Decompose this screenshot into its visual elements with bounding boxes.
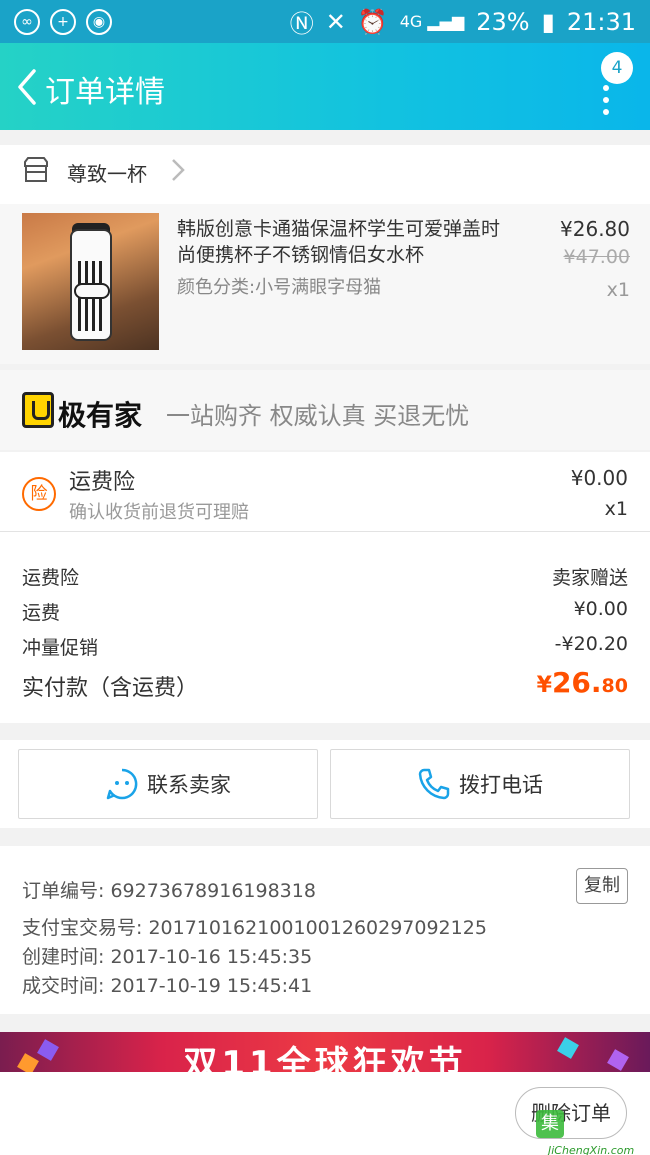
chat-face-icon (106, 768, 138, 800)
created-time: 创建时间: 2017-10-16 15:45:35 (22, 946, 313, 968)
mute-icon: ✕ (325, 7, 346, 36)
summary-label: 冲量促销 (22, 637, 99, 659)
total-decimal: 80 (601, 675, 628, 697)
price-summary: 运费险 卖家赠送 运费 ¥0.00 冲量促销 -¥20.20 实付款（含运费） … (0, 532, 650, 723)
product-price: ¥26.80 (560, 217, 630, 241)
call-phone-button[interactable]: 拨打电话 (330, 749, 630, 819)
plus-notification-icon: + (50, 8, 76, 35)
contact-seller-label: 联系卖家 (147, 773, 231, 797)
total-amount: ¥26.80 (537, 666, 628, 699)
message-badge: 4 (601, 52, 633, 84)
chevron-right-icon (172, 159, 185, 181)
product-thumbnail (22, 213, 159, 350)
product-quantity: x1 (606, 279, 630, 301)
alipay-trade-number: 支付宝交易号: 2017101621001001260297092125 (22, 917, 487, 939)
shop-icon (24, 157, 48, 182)
product-sku: 颜色分类:小号满眼字母猫 (177, 277, 382, 298)
status-bar: ∞ + ◉ Ⓝ ✕ ⏰ 4G ▂▄▆ 23% ▮ 21:31 (0, 0, 650, 43)
product-original-price: ¥47.00 (563, 246, 630, 268)
shop-name: 尊致一杯 (67, 162, 147, 186)
qq-notification-icon: ◉ (86, 8, 112, 35)
order-number: 订单编号: 69273678916198318 (22, 880, 316, 902)
page-title: 订单详情 (45, 75, 165, 110)
product-title: 韩版创意卡通猫保温杯学生可爱弹盖时尚便携杯子不锈钢情侣女水杯 (177, 218, 501, 266)
phone-icon (418, 768, 450, 800)
more-menu-icon[interactable] (598, 85, 614, 125)
delete-order-button[interactable]: 删除订单 (515, 1087, 627, 1139)
total-row: 实付款（含运费） ¥26.80 (22, 666, 628, 702)
clock: 21:31 (566, 7, 636, 36)
promo-banner[interactable]: 双11全球狂欢节 (0, 1032, 650, 1072)
summary-row: 冲量促销 -¥20.20 (22, 633, 628, 660)
summary-row: 运费 ¥0.00 (22, 598, 628, 625)
watermark-site: JiChengXin.com (548, 1144, 635, 1155)
total-currency: ¥ (536, 673, 552, 698)
watermark-logo: 集 (536, 1110, 564, 1138)
nfc-icon: Ⓝ (289, 10, 314, 38)
call-phone-label: 拨打电话 (459, 773, 543, 797)
shipping-insurance-item: 险 运费险 确认收货前退货可理赔 ¥0.00 x1 (0, 452, 650, 532)
total-integer: 26. (551, 666, 602, 699)
summary-label: 运费险 (22, 567, 80, 589)
jiyoujia-slogan: 一站购齐 权威认真 买退无忧 (166, 402, 470, 430)
contact-seller-button[interactable]: 联系卖家 (18, 749, 318, 819)
insurance-description: 确认收货前退货可理赔 (69, 502, 249, 523)
summary-value: -¥20.20 (554, 633, 628, 655)
signal-icon: 4G ▂▄▆ (399, 12, 465, 31)
product-item[interactable]: 韩版创意卡通猫保温杯学生可爱弹盖时尚便携杯子不锈钢情侣女水杯 颜色分类:小号满眼… (0, 204, 650, 364)
jiyoujia-logo-icon (22, 392, 54, 428)
insurance-name: 运费险 (69, 470, 136, 495)
battery-icon: ▮ (541, 7, 555, 36)
insurance-icon: 险 (22, 477, 56, 511)
summary-row: 运费险 卖家赠送 (22, 563, 628, 590)
insurance-price: ¥0.00 (570, 466, 628, 490)
bottom-bar: 删除订单 集 JiChengXin.com (0, 1072, 650, 1155)
shop-row[interactable]: 尊致一杯 (0, 145, 650, 204)
summary-value: 卖家赠送 (551, 567, 628, 589)
order-info: 订单编号: 69273678916198318 复制 支付宝交易号: 20171… (0, 846, 650, 1014)
action-bar: 联系卖家 拨打电话 (0, 740, 650, 828)
insurance-quantity: x1 (604, 498, 628, 520)
jiyoujia-name: 极有家 (58, 399, 143, 432)
alarm-icon: ⏰ (357, 7, 388, 36)
app-notification-icon: ∞ (14, 8, 40, 35)
total-label: 实付款（含运费） (22, 676, 199, 701)
summary-label: 运费 (22, 602, 61, 624)
battery-percent: 23% (476, 7, 530, 36)
completed-time: 成交时间: 2017-10-19 15:45:41 (22, 975, 313, 997)
jiyoujia-banner: 极有家 一站购齐 权威认真 买退无忧 (0, 370, 650, 450)
copy-button[interactable]: 复制 (576, 868, 628, 904)
promo-text: 双11全球狂欢节 (183, 1044, 467, 1072)
summary-value: ¥0.00 (573, 598, 628, 620)
title-bar: 订单详情 4 (0, 43, 650, 130)
